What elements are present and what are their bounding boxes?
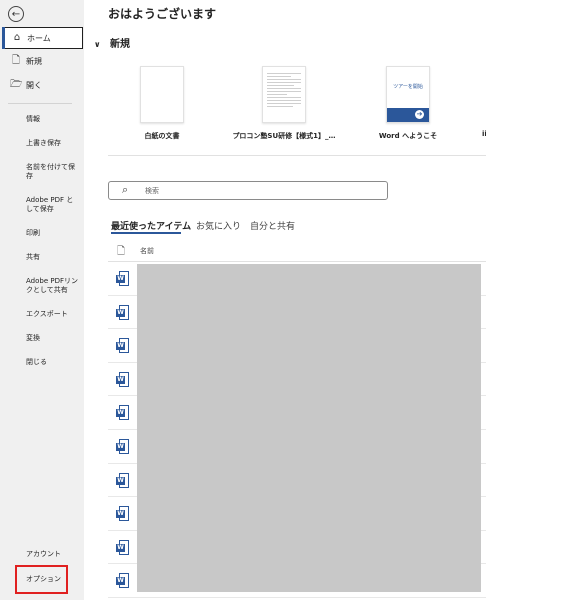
new-section-title: 新規 bbox=[109, 39, 130, 50]
template-blank-document[interactable]: 白紙の文書 bbox=[107, 66, 217, 141]
nav-home[interactable]: ⌂ ホーム bbox=[2, 27, 83, 49]
sidebar-item-options[interactable]: オプション bbox=[26, 575, 80, 584]
sidebar-item-transform[interactable]: 変換 bbox=[26, 334, 80, 343]
word-document-icon: W bbox=[116, 472, 129, 488]
word-icon-badge: W bbox=[116, 375, 125, 384]
word-document-icon: W bbox=[116, 304, 129, 320]
sidebar-item-account[interactable]: アカウント bbox=[26, 550, 80, 559]
word-icon-badge: W bbox=[116, 543, 125, 552]
word-icon-badge: W bbox=[116, 308, 125, 317]
section-divider bbox=[108, 155, 486, 156]
chevron-down-icon: ∨ bbox=[94, 40, 101, 49]
word-icon-badge: W bbox=[116, 510, 125, 519]
word-document-icon: W bbox=[116, 338, 129, 354]
redacted-area bbox=[137, 264, 481, 592]
tour-start-text: ツアーを開始 bbox=[393, 84, 423, 90]
word-document-icon: W bbox=[116, 271, 129, 286]
template-label: Word へようこそ bbox=[378, 132, 438, 140]
word-icon-badge: W bbox=[116, 275, 125, 283]
template-procon-form[interactable]: プロコン塾SU研修【様式1】_… bbox=[229, 66, 339, 141]
new-document-icon: 🗋 bbox=[11, 55, 21, 66]
main-pane: おはようございます ∨ 新規 白紙の文書 プロコン塾SU研修【様式1】_… ツア… bbox=[84, 0, 486, 600]
word-icon-badge: W bbox=[116, 342, 125, 351]
tab-favorites[interactable]: お気に入り bbox=[196, 219, 241, 232]
nav-home-label: ホーム bbox=[27, 34, 51, 43]
word-icon-badge: W bbox=[116, 577, 125, 586]
word-icon-badge: W bbox=[116, 442, 125, 451]
tab-recent[interactable]: 最近使ったアイテム bbox=[111, 219, 191, 232]
nav-new-label: 新規 bbox=[26, 57, 42, 66]
search-placeholder: 検索 bbox=[145, 187, 159, 195]
nav-open-label: 開く bbox=[26, 81, 42, 90]
word-document-icon: W bbox=[116, 405, 129, 421]
nav-new[interactable]: 🗋 新規 bbox=[2, 51, 83, 73]
word-icon-badge: W bbox=[116, 476, 125, 485]
sidebar-item-print[interactable]: 印刷 bbox=[26, 229, 80, 238]
word-document-icon: W bbox=[116, 438, 129, 454]
sidebar-divider bbox=[8, 103, 72, 104]
sidebar-item-info[interactable]: 情報 bbox=[26, 115, 80, 124]
file-list-header: 🗋 名前 bbox=[108, 244, 486, 262]
sidebar-item-save[interactable]: 上書き保存 bbox=[26, 139, 80, 148]
template-label: プロコン塾SU研修【様式1】_… bbox=[232, 132, 336, 140]
folder-open-icon: 🗁 bbox=[10, 79, 23, 90]
sidebar-item-share[interactable]: 共有 bbox=[26, 253, 80, 262]
active-tab-underline bbox=[111, 232, 181, 234]
word-document-icon: W bbox=[116, 573, 129, 589]
sidebar-item-save-as[interactable]: 名前を付けて保存 bbox=[26, 163, 80, 181]
search-icon: ⌕ bbox=[122, 183, 129, 196]
template-thumbnail bbox=[262, 66, 306, 123]
arrow-right-icon: ➔ bbox=[415, 110, 424, 119]
back-arrow-icon[interactable]: ← bbox=[8, 6, 24, 22]
template-thumbnail: ツアーを開始 ➔ bbox=[386, 66, 430, 123]
sidebar-item-export[interactable]: エクスポート bbox=[26, 310, 80, 319]
template-label: 白紙の文書 bbox=[144, 132, 180, 140]
column-name-header[interactable]: 名前 bbox=[140, 246, 154, 256]
template-welcome-to-word[interactable]: ツアーを開始 ➔ Word へようこそ bbox=[353, 66, 463, 141]
page-title: おはようございます bbox=[108, 7, 217, 21]
file-type-icon: 🗋 bbox=[117, 246, 126, 257]
sidebar-item-share-adobe-pdf-link[interactable]: Adobe PDFリンクとして共有 bbox=[26, 277, 80, 295]
sidebar-item-save-as-adobe-pdf[interactable]: Adobe PDF として保存 bbox=[26, 196, 80, 214]
sidebar: ← ⌂ ホーム 🗋 新規 🗁 開く 情報 上書き保存 名前を付けて保存 Adob… bbox=[0, 0, 84, 600]
new-section-header[interactable]: ∨ 新規 bbox=[94, 35, 130, 50]
word-document-icon: W bbox=[116, 506, 129, 522]
sidebar-item-close[interactable]: 閉じる bbox=[26, 358, 80, 367]
word-document-icon: W bbox=[116, 371, 129, 387]
home-icon: ⌂ bbox=[13, 32, 21, 43]
word-icon-badge: W bbox=[116, 409, 125, 418]
search-input[interactable]: ⌕ 検索 bbox=[108, 181, 388, 200]
template-thumbnail bbox=[140, 66, 184, 123]
word-document-icon: W bbox=[116, 539, 129, 555]
tab-shared-with-me[interactable]: 自分と共有 bbox=[250, 219, 295, 232]
nav-open[interactable]: 🗁 開く bbox=[2, 75, 83, 97]
blank-area bbox=[486, 0, 564, 600]
